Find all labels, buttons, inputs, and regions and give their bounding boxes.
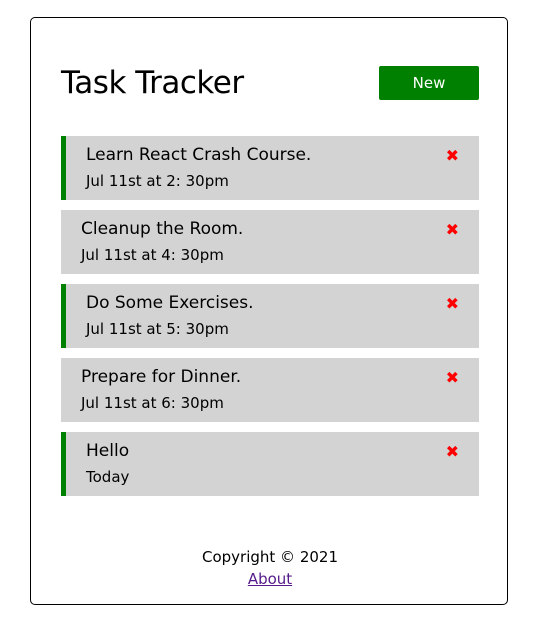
delete-icon[interactable]: ✖ bbox=[446, 146, 459, 166]
task-day: Jul 11st at 2: 30pm bbox=[86, 172, 229, 190]
delete-icon[interactable]: ✖ bbox=[446, 442, 459, 462]
task-day: Jul 11st at 5: 30pm bbox=[86, 320, 229, 338]
task-item[interactable]: Hello Today ✖ bbox=[61, 432, 479, 496]
delete-icon[interactable]: ✖ bbox=[446, 220, 459, 240]
delete-icon[interactable]: ✖ bbox=[446, 294, 459, 314]
task-item[interactable]: Do Some Exercises. Jul 11st at 5: 30pm ✖ bbox=[61, 284, 479, 348]
task-item[interactable]: Prepare for Dinner. Jul 11st at 6: 30pm … bbox=[61, 358, 479, 422]
copyright-text: Copyright © 2021 bbox=[201, 548, 338, 566]
task-title: Hello bbox=[86, 441, 130, 461]
task-list: Learn React Crash Course. Jul 11st at 2:… bbox=[61, 136, 479, 506]
task-item[interactable]: Cleanup the Room. Jul 11st at 4: 30pm ✖ bbox=[61, 210, 479, 274]
task-day: Jul 11st at 4: 30pm bbox=[81, 246, 224, 264]
footer: Copyright © 2021 About bbox=[31, 545, 509, 588]
new-task-button[interactable]: New bbox=[379, 66, 479, 100]
header: Task Tracker New bbox=[61, 65, 479, 101]
page-title: Task Tracker bbox=[61, 65, 244, 101]
task-day: Jul 11st at 6: 30pm bbox=[81, 394, 224, 412]
task-title: Learn React Crash Course. bbox=[86, 145, 312, 165]
task-title: Do Some Exercises. bbox=[86, 293, 254, 313]
task-title: Cleanup the Room. bbox=[81, 219, 244, 239]
task-item[interactable]: Learn React Crash Course. Jul 11st at 2:… bbox=[61, 136, 479, 200]
task-day: Today bbox=[86, 468, 130, 486]
task-tracker-container: Task Tracker New Learn React Crash Cours… bbox=[30, 17, 508, 605]
about-link[interactable]: About bbox=[248, 570, 292, 588]
task-title: Prepare for Dinner. bbox=[81, 367, 242, 387]
delete-icon[interactable]: ✖ bbox=[446, 368, 459, 388]
